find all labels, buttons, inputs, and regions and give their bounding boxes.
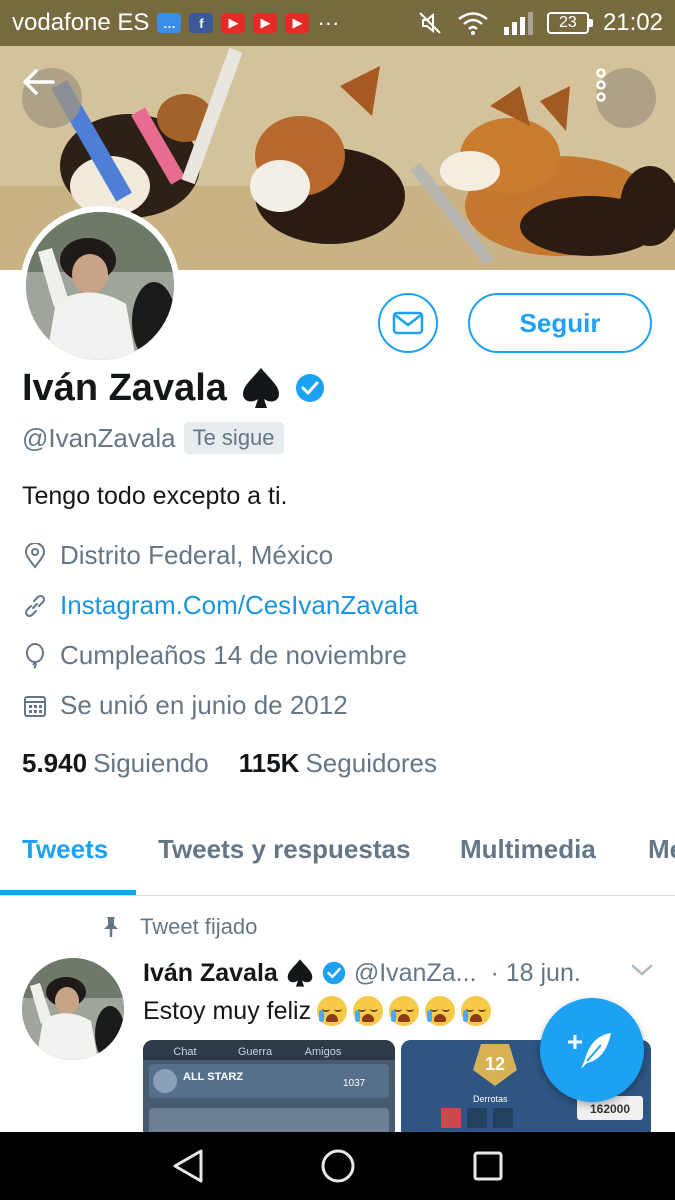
- tweet-media-image-1[interactable]: Chat Guerra Amigos ALL STARZ 1037: [143, 1040, 395, 1140]
- overflow-menu-button[interactable]: [596, 68, 656, 128]
- carrier-name: vodafone ES: [12, 9, 150, 36]
- gold-amount: 162000: [590, 1102, 630, 1116]
- verified-badge-icon: [295, 374, 324, 402]
- balloon-icon: [26, 642, 44, 669]
- envelope-icon: [392, 311, 424, 335]
- followers-label: Seguidores: [305, 748, 438, 778]
- display-name: Iván Zavala: [22, 366, 227, 409]
- profile-avatar[interactable]: [20, 206, 180, 366]
- back-triangle-icon: [173, 1149, 203, 1183]
- game-tab-chat: Chat: [173, 1046, 196, 1058]
- pinned-label-row: Tweet fijado: [100, 914, 257, 940]
- tweet-text: Estoy muy feliz: [143, 996, 492, 1026]
- clan-trophies: 1037: [343, 1078, 366, 1089]
- mute-icon: [419, 12, 441, 34]
- avatar-photo-small: [22, 958, 124, 1060]
- spade-icon: [242, 368, 279, 408]
- youtube-icon: ▶: [221, 13, 246, 33]
- tweet-author-name[interactable]: Iván Zavala: [143, 959, 278, 988]
- website-link[interactable]: Instagram.Com/CesIvanZavala: [60, 590, 418, 621]
- follow-stats: 5.940 Siguiendo 115K Seguidores: [22, 748, 437, 779]
- tab-likes[interactable]: Me: [648, 834, 675, 865]
- joined-text: Se unió en junio de 2012: [60, 690, 348, 720]
- nav-home-button[interactable]: [318, 1146, 358, 1186]
- tab-tweets[interactable]: Tweets: [22, 834, 108, 865]
- crying-face-emoji: [317, 996, 348, 1026]
- more-vertical-icon: [596, 68, 606, 102]
- profile-name-row: Iván Zavala: [22, 366, 325, 410]
- message-button[interactable]: [378, 293, 438, 353]
- tab-tweets-replies[interactable]: Tweets y respuestas: [158, 834, 410, 865]
- active-tab-indicator: [0, 890, 136, 895]
- home-circle-icon: [321, 1149, 355, 1183]
- spade-icon: [287, 959, 313, 987]
- tweet-author-avatar[interactable]: [22, 958, 124, 1060]
- calendar-icon: [24, 695, 46, 717]
- handle-row: @IvanZavala Te sigue: [22, 422, 284, 454]
- system-nav-bar: [0, 1132, 675, 1200]
- link-icon: [24, 594, 46, 617]
- following-count: 5.940: [22, 748, 88, 778]
- back-arrow-icon: [23, 69, 55, 95]
- joined-row: Se unió en junio de 2012: [22, 690, 348, 721]
- tweet-author-handle: @IvanZa...: [353, 958, 477, 987]
- birthday-row: Cumpleaños 14 de noviembre: [22, 640, 407, 671]
- crying-face-emoji: [389, 996, 420, 1026]
- profile-handle: @IvanZavala: [22, 422, 176, 453]
- battery-indicator: 23: [546, 12, 593, 34]
- location-pin-icon: [24, 542, 46, 569]
- tab-media[interactable]: Multimedia: [460, 834, 596, 865]
- following-label: Siguiendo: [93, 748, 209, 778]
- youtube-icon: ▶: [285, 13, 310, 33]
- nav-recents-button[interactable]: [468, 1146, 508, 1186]
- wifi-icon: [458, 12, 488, 35]
- more-notifications: ···: [317, 10, 340, 35]
- chevron-down-icon[interactable]: [630, 962, 654, 978]
- birthday-text: Cumpleaños 14 de noviembre: [60, 640, 407, 670]
- youtube-icon: ▶: [253, 13, 278, 33]
- compose-tweet-button[interactable]: [540, 998, 644, 1102]
- followers-count: 115K: [238, 748, 300, 778]
- compose-feather-icon: [568, 1033, 611, 1069]
- clock: 21:02: [602, 9, 663, 36]
- tweet-date[interactable]: · 18 jun.: [490, 959, 580, 988]
- game-tab-war: Guerra: [238, 1046, 273, 1058]
- following-stat[interactable]: 5.940 Siguiendo: [22, 748, 209, 779]
- pinned-tweet-label: Tweet fijado: [140, 914, 258, 939]
- profile-bio: Tengo todo excepto a ti.: [22, 482, 288, 510]
- recents-square-icon: [473, 1151, 503, 1181]
- crying-face-emoji: [425, 996, 456, 1026]
- status-bar: vodafone ES … f ▶ ▶ ▶ ··· 23 21:02: [0, 0, 675, 46]
- location-text: Distrito Federal, México: [60, 540, 334, 570]
- crying-face-emoji: [353, 996, 384, 1026]
- clan-name: ALL STARZ: [183, 1071, 243, 1083]
- defeats-label: Derrotas: [473, 1094, 508, 1104]
- website-row[interactable]: Instagram.Com/CesIvanZavala: [22, 590, 418, 621]
- pin-icon: [104, 917, 118, 937]
- avatar-photo: [26, 212, 174, 360]
- crying-face-emoji: [461, 996, 492, 1026]
- follows-you-badge: Te sigue: [183, 422, 284, 454]
- verified-badge-icon: [322, 961, 346, 985]
- profile-tabs: Tweets Tweets y respuestas Multimedia Me: [0, 812, 675, 896]
- player-level: 12: [485, 1054, 505, 1074]
- tweet-body: Estoy muy feliz: [143, 996, 312, 1025]
- back-button[interactable]: [22, 68, 82, 128]
- location-row: Distrito Federal, México: [22, 540, 333, 571]
- tweet-header: Iván Zavala @IvanZa... · 18 jun.: [143, 958, 581, 988]
- signal-icon: [503, 12, 533, 35]
- nav-back-button[interactable]: [168, 1146, 208, 1186]
- facebook-icon: f: [189, 13, 214, 33]
- follow-button[interactable]: Seguir: [468, 293, 652, 353]
- messages-icon: …: [157, 13, 182, 33]
- followers-stat[interactable]: 115K Seguidores: [239, 748, 437, 779]
- game-tab-friends: Amigos: [305, 1046, 342, 1058]
- game-screenshot-clan: Chat Guerra Amigos ALL STARZ 1037: [143, 1040, 395, 1140]
